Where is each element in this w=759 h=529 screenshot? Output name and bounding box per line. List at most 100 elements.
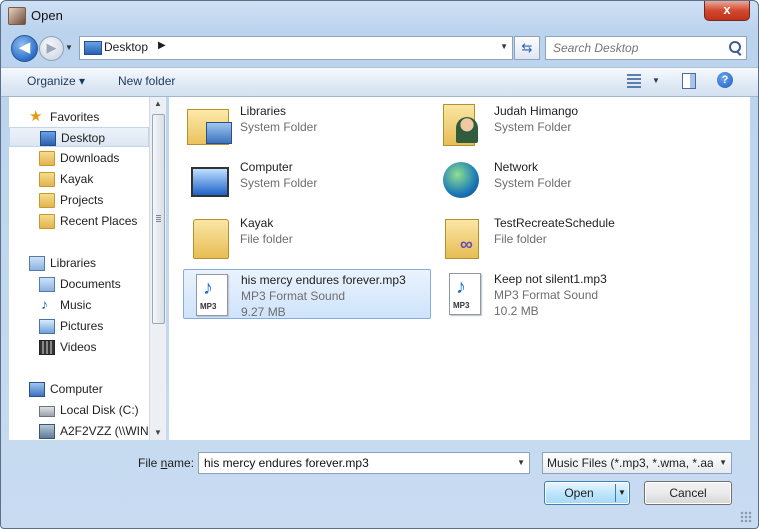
sidebar-item-projects[interactable]: Projects <box>9 190 149 210</box>
close-button[interactable]: x <box>704 1 750 21</box>
sidebar-item-music[interactable]: ♪ Music <box>9 295 149 315</box>
mp3-badge: MP3 <box>453 301 470 310</box>
downloads-folder-icon <box>39 151 55 166</box>
sidebar-item-downloads[interactable]: Downloads <box>9 148 149 168</box>
sidebar-item-label: Videos <box>60 340 97 354</box>
sidebar-item-kayak[interactable]: Kayak <box>9 169 149 189</box>
command-bar: Organize ▾ New folder ▼ ? <box>1 67 758 97</box>
scroll-down-icon[interactable]: ▼ <box>154 428 162 437</box>
file-name-combobox[interactable]: ▼ <box>198 452 530 474</box>
cancel-button[interactable]: Cancel <box>644 481 732 505</box>
change-view-icon[interactable] <box>627 74 641 88</box>
item-type: System Folder <box>240 176 318 190</box>
user-folder-icon <box>443 104 478 146</box>
file-item-computer[interactable]: Computer System Folder <box>183 157 431 207</box>
sidebar-item-label: Recent Places <box>60 214 138 228</box>
file-item-kayak[interactable]: Kayak File folder <box>183 213 431 263</box>
new-folder-button[interactable]: New folder <box>118 74 175 88</box>
resize-grip-icon[interactable] <box>740 511 752 523</box>
item-type: System Folder <box>240 120 318 134</box>
file-item-libraries[interactable]: Libraries System Folder <box>183 101 431 151</box>
open-options-dropdown-icon[interactable]: ▼ <box>618 488 626 497</box>
sidebar-item-local-disk[interactable]: Local Disk (C:) <box>9 400 149 420</box>
sidebar-favorites[interactable]: ★ Favorites <box>9 107 149 127</box>
file-item-testrecreateschedule[interactable]: TestRecreateSchedule File folder <box>437 213 685 263</box>
sidebar-item-label: Desktop <box>61 131 106 145</box>
sidebar-item-label: Downloads <box>60 151 120 165</box>
desktop-icon <box>84 41 102 55</box>
preview-pane-icon[interactable] <box>682 73 696 89</box>
libraries-icon <box>29 256 45 271</box>
help-icon[interactable]: ? <box>717 72 733 88</box>
back-button[interactable]: ◀ <box>11 35 38 62</box>
sidebar-computer[interactable]: Computer <box>9 379 149 399</box>
sidebar-item-recent-places[interactable]: Recent Places <box>9 211 149 231</box>
computer-icon <box>191 167 229 197</box>
network-icon <box>443 162 479 198</box>
music-note-icon: ♪ <box>456 276 466 298</box>
sidebar-libraries[interactable]: Libraries <box>9 253 149 273</box>
file-name-dropdown-icon[interactable]: ▼ <box>517 458 525 467</box>
file-item-his-mercy-mp3[interactable]: ♪ MP3 his mercy endures forever.mp3 MP3 … <box>183 269 431 319</box>
item-size: 10.2 MB <box>494 304 539 318</box>
organize-menu[interactable]: Organize ▾ <box>27 74 85 88</box>
search-input[interactable] <box>551 40 725 56</box>
address-crumb-desktop[interactable]: Desktop <box>104 40 148 54</box>
navigation-scrollbar[interactable]: ▲ ▼ <box>149 97 166 440</box>
grip-icon <box>156 215 161 222</box>
folder-icon <box>39 193 55 208</box>
sidebar-group-label: Favorites <box>50 110 100 124</box>
folder-icon <box>193 219 229 259</box>
search-icon[interactable] <box>729 41 741 53</box>
sidebar-item-desktop[interactable]: Desktop <box>9 127 149 147</box>
sidebar-group-label: Computer <box>50 382 103 396</box>
file-type-dropdown-icon[interactable]: ▼ <box>719 458 727 467</box>
file-type-select[interactable]: Music Files (*.mp3, *.wma, *.aa ▼ <box>542 452 732 474</box>
recent-pages-dropdown-icon[interactable]: ▼ <box>65 43 73 52</box>
label-text: ame: <box>167 456 195 470</box>
network-drive-icon <box>39 424 55 439</box>
item-name: Judah Himango <box>494 104 579 118</box>
view-options-dropdown-icon[interactable]: ▼ <box>652 76 660 85</box>
item-type: System Folder <box>494 176 572 190</box>
hard-drive-icon <box>39 406 55 417</box>
item-type: System Folder <box>494 120 572 134</box>
window-title: Open <box>31 8 63 23</box>
sidebar-item-pictures[interactable]: Pictures <box>9 316 149 336</box>
title-bar: Open x <box>1 1 758 31</box>
mp3-file-icon: ♪ MP3 <box>196 274 228 316</box>
search-box[interactable] <box>545 36 747 60</box>
scroll-up-icon[interactable]: ▲ <box>154 99 162 108</box>
sidebar-item-videos[interactable]: Videos <box>9 337 149 357</box>
open-button[interactable]: Open ▼ <box>544 481 630 505</box>
file-item-keep-not-silent-mp3[interactable]: ♪ MP3 Keep not silent1.mp3 MP3 Format So… <box>437 269 685 319</box>
breadcrumb-chevron-icon[interactable]: ▶ <box>158 40 166 51</box>
sidebar-group-label: Libraries <box>50 256 97 270</box>
music-note-icon: ♪ <box>203 277 213 299</box>
file-name-input[interactable] <box>202 455 506 471</box>
refresh-button[interactable]: ⇆ <box>514 36 540 60</box>
item-type: File folder <box>240 232 293 246</box>
file-list: Libraries System Folder Judah Himango Sy… <box>169 97 750 440</box>
file-type-value: Music Files (*.mp3, *.wma, *.aa <box>547 456 713 470</box>
item-name: Libraries <box>240 104 287 118</box>
sidebar-item-label: Kayak <box>60 172 94 186</box>
scroll-thumb[interactable] <box>152 114 165 324</box>
split-divider <box>615 484 616 502</box>
folder-icon <box>39 172 55 187</box>
recent-places-icon <box>39 214 55 229</box>
computer-icon <box>29 382 45 397</box>
film-strip-icon <box>39 340 55 355</box>
item-size: 9.27 MB <box>241 305 286 319</box>
address-dropdown-icon[interactable]: ▼ <box>500 42 508 51</box>
file-item-user[interactable]: Judah Himango System Folder <box>437 101 685 151</box>
sidebar-item-documents[interactable]: Documents <box>9 274 149 294</box>
sidebar-item-network-drive[interactable]: A2F2VZZ (\\WINS <box>9 421 149 440</box>
folder-icon <box>445 219 479 259</box>
file-item-network[interactable]: Network System Folder <box>437 157 685 207</box>
address-bar[interactable]: Desktop ▶ ▼ <box>79 36 513 60</box>
item-type: MP3 Format Sound <box>241 289 346 303</box>
item-name: TestRecreateSchedule <box>494 216 615 230</box>
forward-button[interactable]: ▶ <box>39 36 64 61</box>
sidebar-item-label: A2F2VZZ (\\WINS <box>60 424 150 438</box>
